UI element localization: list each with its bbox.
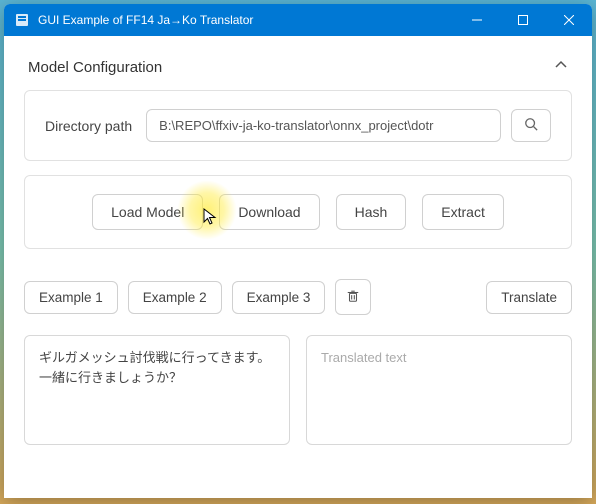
text-io-row [24, 335, 572, 445]
example-2-button[interactable]: Example 2 [128, 281, 222, 314]
search-icon [524, 117, 538, 134]
source-text-input[interactable] [24, 335, 290, 445]
load-model-button[interactable]: Load Model [92, 194, 203, 230]
extract-button[interactable]: Extract [422, 194, 504, 230]
titlebar: GUI Example of FF14 Ja→Ko Translator [4, 4, 592, 36]
download-button[interactable]: Download [219, 194, 319, 230]
minimize-button[interactable] [454, 4, 500, 36]
hash-button[interactable]: Hash [336, 194, 407, 230]
window-title: GUI Example of FF14 Ja→Ko Translator [38, 13, 454, 27]
directory-path-input[interactable] [146, 109, 501, 142]
maximize-button[interactable] [500, 4, 546, 36]
chevron-up-icon[interactable] [554, 58, 568, 76]
clear-button[interactable] [335, 279, 371, 315]
config-section-title: Model Configuration [28, 59, 162, 76]
examples-row: Example 1 Example 2 Example 3 Translate [24, 279, 572, 315]
translated-text-output[interactable] [306, 335, 572, 445]
directory-path-label: Directory path [45, 118, 132, 134]
browse-button[interactable] [511, 109, 551, 142]
app-icon [14, 12, 30, 28]
content-area: Model Configuration Directory path [4, 36, 592, 461]
model-actions-box: Load Model Download Hash Extract [24, 175, 572, 249]
window-controls [454, 4, 592, 36]
trash-icon [346, 289, 360, 306]
app-window: GUI Example of FF14 Ja→Ko Translator Mod… [4, 4, 592, 498]
translate-button[interactable]: Translate [486, 281, 572, 314]
close-button[interactable] [546, 4, 592, 36]
cursor-icon [203, 208, 221, 231]
example-1-button[interactable]: Example 1 [24, 281, 118, 314]
directory-config-box: Directory path [24, 90, 572, 161]
example-3-button[interactable]: Example 3 [232, 281, 326, 314]
config-section-header[interactable]: Model Configuration [24, 52, 572, 90]
